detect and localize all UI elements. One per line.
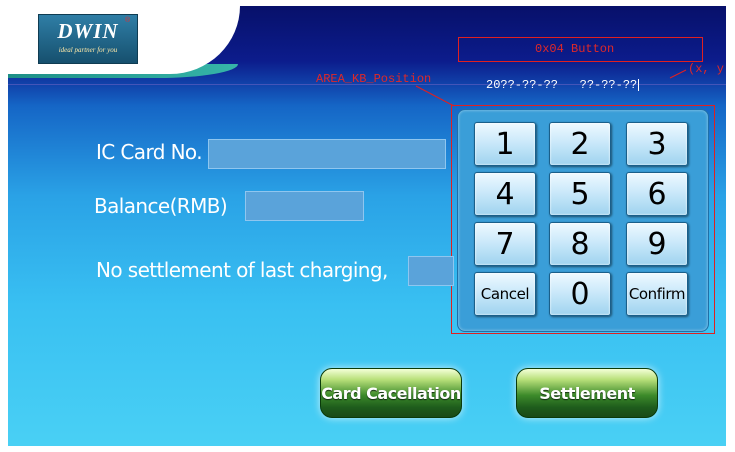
card-no-label: IC Card No. [96,140,203,164]
key-7[interactable]: 7 [474,222,536,266]
card-cancellation-button[interactable]: Card Cacellation [320,368,462,418]
balance-label: Balance(RMB) [94,194,228,218]
registered-mark: ® [125,17,131,24]
hmi-screen: DWIN ® ideal partner for you 0x04 Button… [8,6,726,446]
settlement-field[interactable] [408,256,454,286]
xy-leader-line [669,69,687,79]
key-4[interactable]: 4 [474,172,536,216]
key-3[interactable]: 3 [626,122,688,166]
card-no-field[interactable] [208,139,446,169]
key-5[interactable]: 5 [549,172,611,216]
key-1[interactable]: 1 [474,122,536,166]
date-text: 20??-??-?? [486,78,559,92]
time-text: ??-??-?? [579,78,638,92]
button-area-outline: 0x04 Button [458,37,703,62]
logo-panel: DWIN ® ideal partner for you [8,6,240,74]
cancel-key[interactable]: Cancel [474,272,536,316]
key-9[interactable]: 9 [626,222,688,266]
datetime-display: 20??-??-?? ??-??-?? [486,78,640,92]
logo-slogan: ideal partner for you [58,46,118,54]
key-8[interactable]: 8 [549,222,611,266]
balance-field[interactable] [245,191,364,221]
key-2[interactable]: 2 [549,122,611,166]
settlement-button[interactable]: Settlement [516,368,658,418]
area-leader-line [415,85,455,107]
xy-annotation-label: (x, y) [688,62,726,76]
confirm-key[interactable]: Confirm [626,272,688,316]
dwin-logo: DWIN ® ideal partner for you [38,14,138,64]
button-annotation-label: 0x04 Button [535,42,615,56]
settlement-label: No settlement of last charging, [96,258,388,282]
text-cursor [638,78,640,91]
logo-text: DWIN [57,19,119,43]
area-kb-annotation-label: AREA_KB_Position [316,72,432,86]
key-6[interactable]: 6 [626,172,688,216]
key-0[interactable]: 0 [549,272,611,316]
